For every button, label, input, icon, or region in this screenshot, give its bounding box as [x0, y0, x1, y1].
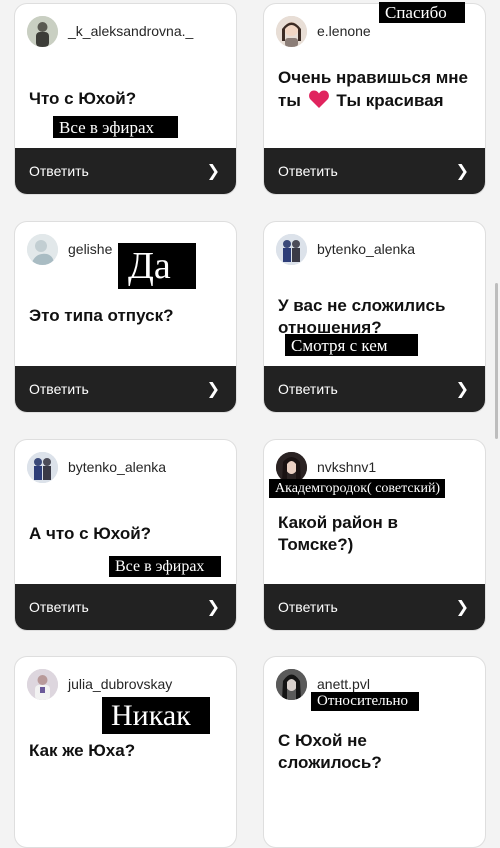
card-header: gelishe: [27, 233, 112, 265]
reply-button-label: Ответить: [278, 381, 338, 397]
card-header: julia_dubrovskay: [27, 668, 172, 700]
question-text-part: Ты красивая: [336, 91, 444, 110]
username[interactable]: bytenko_alenka: [68, 459, 166, 475]
chevron-right-icon: ❯: [455, 599, 469, 616]
question-text: Как же Юха?: [29, 741, 136, 760]
answer-sticker: Все в эфирах: [109, 556, 221, 577]
avatar[interactable]: [27, 668, 58, 700]
question-card: anett.pvl С Юхой не сложилось?: [263, 656, 486, 848]
username[interactable]: _k_aleksandrovna._: [68, 23, 193, 39]
username[interactable]: julia_dubrovskay: [68, 676, 172, 692]
chevron-right-icon: ❯: [455, 381, 469, 398]
question-text: Это типа отпуск?: [29, 306, 174, 325]
reply-button-label: Ответить: [29, 381, 89, 397]
question-card: bytenko_alenka У вас не сложились отноше…: [263, 221, 486, 413]
question-card: nvkshnv1 Какой район в Томске?) Ответить…: [263, 439, 486, 631]
username[interactable]: bytenko_alenka: [317, 241, 415, 257]
question-text: Что с Юхой?: [29, 89, 137, 108]
chevron-right-icon: ❯: [206, 381, 220, 398]
reply-button[interactable]: Ответить ❯: [264, 148, 485, 194]
username[interactable]: anett.pvl: [317, 676, 370, 692]
question-card: e.lenone Очень нравишься мне ты Ты краси…: [263, 3, 486, 195]
question-text: У вас не сложились отношения?: [278, 296, 446, 337]
answer-sticker: Все в эфирах: [53, 116, 178, 138]
question-card: _k_aleksandrovna._ Что с Юхой? Ответить …: [14, 3, 237, 195]
answer-sticker: Смотря с кем: [285, 334, 418, 356]
question-card: bytenko_alenka А что с Юхой? Ответить ❯: [14, 439, 237, 631]
reply-button-label: Ответить: [29, 599, 89, 615]
reply-button[interactable]: Ответить ❯: [15, 366, 236, 412]
answer-sticker: Академгородок( советский): [269, 479, 445, 498]
avatar[interactable]: [27, 451, 58, 483]
chevron-right-icon: ❯: [206, 163, 220, 180]
avatar[interactable]: [27, 233, 58, 265]
chevron-right-icon: ❯: [206, 599, 220, 616]
reply-button[interactable]: Ответить ❯: [264, 584, 485, 630]
reply-button-label: Ответить: [29, 163, 89, 179]
username[interactable]: e.lenone: [317, 23, 371, 39]
chevron-right-icon: ❯: [455, 163, 469, 180]
card-header: bytenko_alenka: [276, 233, 415, 265]
reply-button[interactable]: Ответить ❯: [264, 366, 485, 412]
avatar[interactable]: [276, 233, 307, 265]
card-header: e.lenone: [276, 15, 371, 47]
question-text: А что с Юхой?: [29, 524, 152, 543]
username[interactable]: nvkshnv1: [317, 459, 376, 475]
card-header: bytenko_alenka: [27, 451, 166, 483]
scrollbar[interactable]: [495, 283, 498, 439]
red-heart-icon: [308, 89, 330, 115]
avatar[interactable]: [276, 451, 307, 483]
card-header: _k_aleksandrovna._: [27, 15, 193, 47]
answer-sticker: Никак: [102, 697, 210, 734]
reply-button-label: Ответить: [278, 163, 338, 179]
question-text: Какой район в Томске?): [278, 513, 398, 554]
avatar[interactable]: [27, 15, 58, 47]
answer-sticker: Спасибо: [379, 2, 465, 23]
reply-button[interactable]: Ответить ❯: [15, 584, 236, 630]
username[interactable]: gelishe: [68, 241, 112, 257]
answer-sticker: Относительно: [311, 692, 419, 711]
question-text: Очень нравишься мне ты Ты красивая: [278, 67, 475, 115]
avatar[interactable]: [276, 668, 307, 700]
avatar[interactable]: [276, 15, 307, 47]
reply-button-label: Ответить: [278, 599, 338, 615]
question-card: julia_dubrovskay Как же Юха?: [14, 656, 237, 848]
reply-button[interactable]: Ответить ❯: [15, 148, 236, 194]
answer-sticker: Да: [118, 243, 196, 289]
question-text: С Юхой не сложилось?: [278, 731, 382, 772]
